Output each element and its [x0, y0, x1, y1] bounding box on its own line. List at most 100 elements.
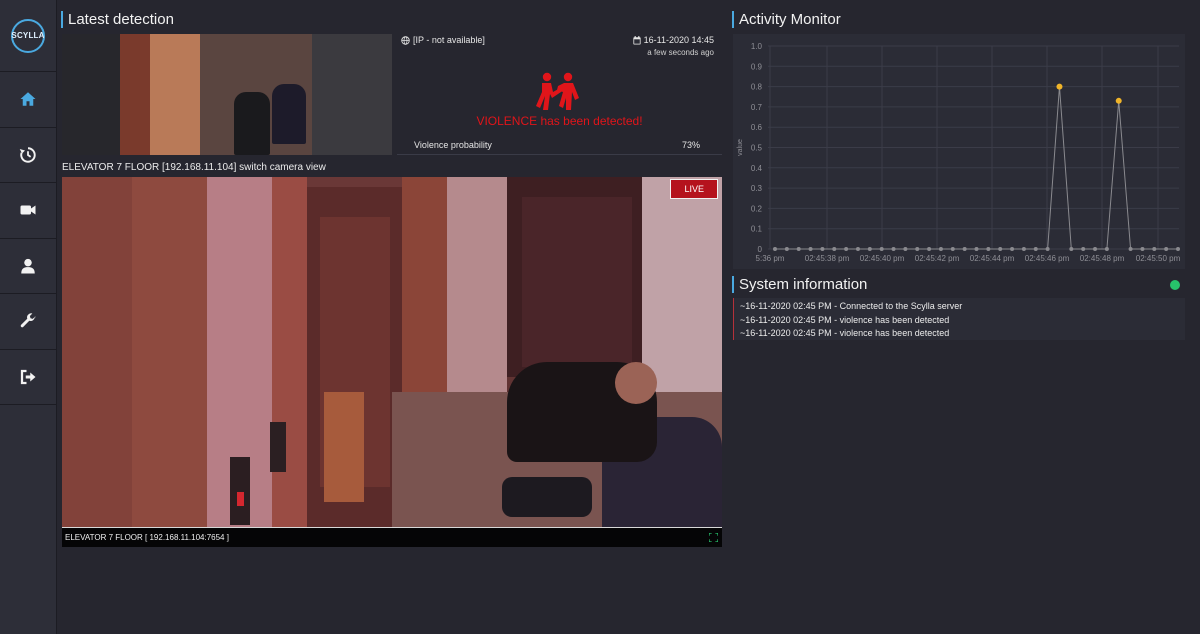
system-information-title: System information — [732, 276, 867, 293]
sidebar: SCYLLA — [0, 0, 57, 634]
activity-monitor-title: Activity Monitor — [732, 11, 841, 28]
user-icon — [21, 258, 35, 274]
x-tick-label: 5:36 pm — [756, 254, 785, 263]
data-point — [1033, 247, 1038, 251]
detection-snapshot[interactable] — [62, 34, 392, 155]
camera-footer-label: ELEVATOR 7 FLOOR [ 192.168.11.104:7654 ] — [65, 533, 229, 542]
y-tick-label: 0.9 — [751, 62, 763, 71]
scylla-logo: SCYLLA — [11, 18, 45, 53]
y-axis-label: value — [737, 139, 744, 156]
sidebar-item-logout[interactable] — [0, 350, 56, 405]
data-point — [1021, 247, 1026, 251]
data-point — [927, 247, 932, 251]
y-tick-label: 0.4 — [751, 164, 763, 173]
y-tick-label: 1.0 — [751, 42, 763, 51]
log-item: ~16-11-2020 02:45 PM - Connected to the … — [740, 301, 963, 311]
data-point — [891, 247, 896, 251]
y-tick-label: 0.7 — [751, 103, 763, 112]
home-icon — [20, 92, 36, 106]
data-point — [820, 247, 825, 251]
y-tick-label: 0.5 — [751, 144, 763, 153]
data-point — [986, 247, 991, 251]
data-point — [773, 247, 777, 251]
violence-alert-text: VIOLENCE has been detected! — [476, 114, 643, 128]
data-point — [1081, 247, 1086, 251]
y-tick-label: 0.6 — [751, 123, 763, 132]
camera-footer: ELEVATOR 7 FLOOR [ 192.168.11.104:7654 ] — [62, 528, 722, 547]
wrench-icon — [20, 313, 36, 328]
log-item: ~16-11-2020 02:45 PM - violence has been… — [740, 314, 950, 325]
log-item: ~16-11-2020 02:45 PM - violence has been… — [740, 328, 950, 338]
video-camera-icon — [20, 205, 36, 215]
app-logo[interactable]: SCYLLA — [0, 0, 56, 72]
data-point — [796, 247, 801, 251]
sidebar-item-settings[interactable] — [0, 294, 56, 350]
data-point — [855, 247, 860, 251]
data-point — [915, 247, 920, 251]
data-point — [1152, 247, 1157, 251]
y-tick-label: 0.1 — [751, 225, 763, 234]
data-point — [962, 247, 967, 251]
y-tick-label: 0.3 — [751, 184, 763, 193]
x-tick-label: 02:45:44 pm — [970, 254, 1015, 263]
data-point — [1093, 247, 1098, 251]
detection-date: 16-11-2020 14:45 — [643, 35, 714, 45]
sidebar-item-cameras[interactable] — [0, 183, 56, 239]
data-point — [784, 247, 789, 251]
x-tick-label: 02:45:40 pm — [860, 254, 905, 263]
data-point — [832, 247, 837, 251]
sign-out-icon — [20, 369, 36, 384]
data-point — [867, 247, 872, 251]
activity-chart: 1.0 0.9 0.8 0.7 0.6 0.5 0.4 0.3 0.2 0.1 0 value 5:36… — [733, 34, 1185, 269]
x-tick-label: 02:45:38 pm — [805, 254, 850, 263]
y-tick-label: 0.2 — [751, 204, 763, 213]
calendar-icon — [632, 35, 641, 44]
data-point — [1104, 247, 1109, 251]
data-point — [1045, 247, 1050, 251]
globe-icon — [401, 35, 410, 45]
live-camera-view[interactable]: LIVE — [62, 177, 722, 528]
detection-details: [IP - not available] 16-11-2020 14:45 a … — [397, 34, 722, 155]
camera-name: ELEVATOR 7 FLOOR [192.168.11.104] — [62, 162, 237, 173]
data-point — [1128, 247, 1133, 251]
data-point — [974, 247, 979, 251]
activity-chart-svg: 1.0 0.9 0.8 0.7 0.6 0.5 0.4 0.3 0.2 0.1 0 value 5:36… — [737, 42, 1181, 263]
data-point — [1010, 247, 1015, 251]
x-tick-label: 02:45:42 pm — [915, 254, 960, 263]
y-tick-label: 0 — [758, 245, 763, 254]
sidebar-item-home[interactable] — [0, 72, 56, 128]
data-point — [808, 247, 813, 251]
live-badge[interactable]: LIVE — [670, 179, 718, 199]
fullscreen-icon[interactable] — [709, 533, 718, 542]
history-icon — [19, 147, 36, 163]
latest-detection-title: Latest detection — [61, 11, 174, 28]
x-tick-label: 02:45:48 pm — [1080, 254, 1125, 263]
data-point — [950, 247, 955, 251]
system-log: ~16-11-2020 02:45 PM - Connected to the … — [733, 298, 1185, 340]
x-tick-label: 02:45:50 pm — [1136, 254, 1181, 263]
detection-time-ago: a few seconds ago — [647, 48, 714, 57]
camera-caption: ELEVATOR 7 FLOOR [192.168.11.104] switch… — [62, 162, 326, 173]
data-point — [1176, 247, 1180, 251]
data-point — [998, 247, 1003, 251]
data-point — [903, 247, 908, 251]
switch-camera-view-link[interactable]: switch camera view — [239, 162, 326, 173]
data-point — [1140, 247, 1145, 251]
sidebar-item-history[interactable] — [0, 128, 56, 183]
data-point-peak — [1056, 83, 1063, 90]
violence-fight-icon — [536, 72, 579, 110]
violence-probability-row: Violence probability 73% — [397, 136, 722, 153]
data-point — [844, 247, 849, 251]
violence-probability-value: 73% — [681, 140, 700, 150]
data-point-peak — [1115, 97, 1122, 104]
sidebar-item-profile[interactable] — [0, 239, 56, 294]
data-point — [1164, 247, 1169, 251]
connection-status-dot — [1170, 280, 1180, 290]
detection-ip: [IP - not available] — [413, 35, 485, 45]
y-tick-label: 0.8 — [751, 83, 763, 92]
data-point — [1069, 247, 1074, 251]
data-point — [938, 247, 943, 251]
x-tick-label: 02:45:46 pm — [1025, 254, 1070, 263]
data-point — [879, 247, 884, 251]
violence-probability-label: Violence probability — [414, 140, 492, 150]
